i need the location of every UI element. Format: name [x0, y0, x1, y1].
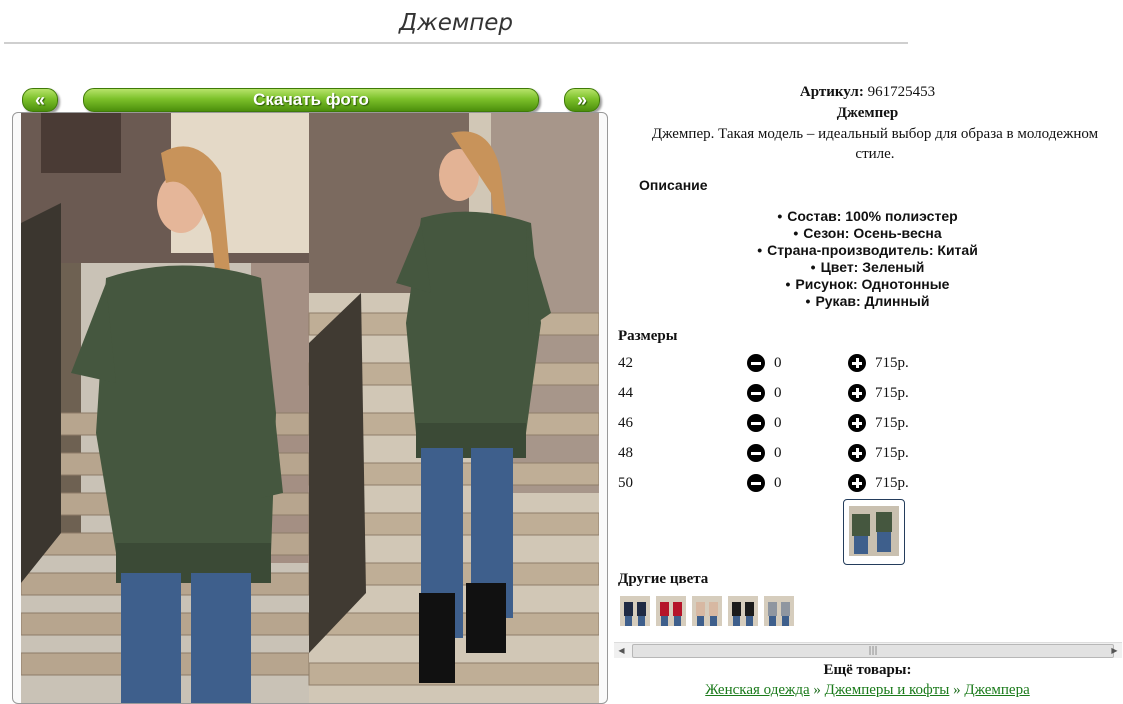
scroll-left-icon[interactable]: ◀ — [614, 643, 629, 658]
color-swatch-thumbnail[interactable] — [656, 596, 686, 626]
breadcrumb-link[interactable]: Женская одежда — [705, 682, 809, 698]
size-price: 715р. — [875, 475, 909, 491]
color-swatch-thumbnail[interactable] — [764, 596, 794, 626]
previous-photo-button[interactable]: « — [22, 88, 58, 112]
product-description: Джемпер. Такая модель – идеальный выбор … — [651, 126, 1099, 162]
color-swatch-thumbnail[interactable] — [728, 596, 758, 626]
scrollbar-thumb[interactable]: ||| — [632, 644, 1114, 658]
minus-circle-icon[interactable] — [747, 474, 765, 492]
plus-circle-icon[interactable] — [848, 414, 866, 432]
color-swatch-thumbnail[interactable] — [620, 596, 650, 626]
feature-item: Страна-производитель: Китай — [612, 242, 1123, 259]
quantity-value: 0 — [774, 475, 782, 491]
plus-circle-icon[interactable] — [848, 384, 866, 402]
other-colors-heading: Другие цвета — [618, 571, 709, 587]
product-info-panel: Артикул: 961725453 Джемпер Джемпер. Така… — [612, 0, 1123, 698]
size-row: 46 0 715р. — [618, 413, 938, 435]
size-row: 44 0 715р. — [618, 383, 938, 405]
quantity-value: 0 — [774, 445, 782, 461]
breadcrumb-link[interactable]: Джемпера — [964, 682, 1029, 698]
feature-item: Состав: 100% полиэстер — [612, 208, 1123, 225]
breadcrumb-separator: » — [813, 682, 821, 698]
size-price: 715р. — [875, 385, 909, 401]
download-photo-button[interactable]: Скачать фото — [83, 88, 539, 112]
feature-item: Цвет: Зеленый — [612, 259, 1123, 276]
size-row: 48 0 715р. — [618, 443, 938, 465]
size-row: 50 0 715р. — [618, 473, 938, 495]
description-heading: Описание — [639, 177, 708, 193]
sizes-heading: Размеры — [618, 328, 678, 344]
feature-item: Рукав: Длинный — [612, 293, 1123, 310]
more-products-heading: Ещё товары: — [823, 662, 912, 678]
size-price: 715р. — [875, 445, 909, 461]
plus-circle-icon[interactable] — [848, 474, 866, 492]
size-row: 42 0 715р. — [618, 353, 938, 375]
product-name: Джемпер — [836, 105, 899, 121]
size-label: 42 — [618, 355, 633, 371]
horizontal-scrollbar[interactable]: ◀ ||| ▶ — [614, 642, 1122, 658]
size-label: 46 — [618, 415, 633, 431]
next-photo-button[interactable]: » — [564, 88, 600, 112]
product-photo — [21, 113, 599, 703]
color-swatch-thumbnail[interactable] — [692, 596, 722, 626]
size-label: 48 — [618, 445, 633, 461]
breadcrumb-separator: » — [953, 682, 961, 698]
size-label: 50 — [618, 475, 633, 491]
size-price: 715р. — [875, 355, 909, 371]
plus-circle-icon[interactable] — [848, 354, 866, 372]
scroll-right-icon[interactable]: ▶ — [1107, 643, 1122, 658]
quantity-value: 0 — [774, 355, 782, 371]
minus-circle-icon[interactable] — [747, 384, 765, 402]
product-photo-frame — [12, 112, 608, 704]
feature-item: Рисунок: Однотонные — [612, 276, 1123, 293]
article-label: Артикул: — [799, 84, 864, 100]
thumbnail-image — [849, 506, 899, 556]
breadcrumb: Женская одежда » Джемперы и кофты » Джем… — [612, 682, 1123, 699]
minus-circle-icon[interactable] — [747, 444, 765, 462]
feature-list: Состав: 100% полиэстер Сезон: Осень-весн… — [612, 208, 1123, 310]
quantity-value: 0 — [774, 385, 782, 401]
quantity-value: 0 — [774, 415, 782, 431]
feature-item: Сезон: Осень-весна — [612, 225, 1123, 242]
size-label: 44 — [618, 385, 633, 401]
breadcrumb-link[interactable]: Джемперы и кофты — [825, 682, 950, 698]
article-line: Артикул: 961725453 — [612, 84, 1123, 101]
minus-circle-icon[interactable] — [747, 354, 765, 372]
article-value: 961725453 — [867, 84, 936, 100]
plus-circle-icon[interactable] — [848, 444, 866, 462]
size-price: 715р. — [875, 415, 909, 431]
current-color-thumbnail[interactable] — [843, 499, 905, 565]
minus-circle-icon[interactable] — [747, 414, 765, 432]
